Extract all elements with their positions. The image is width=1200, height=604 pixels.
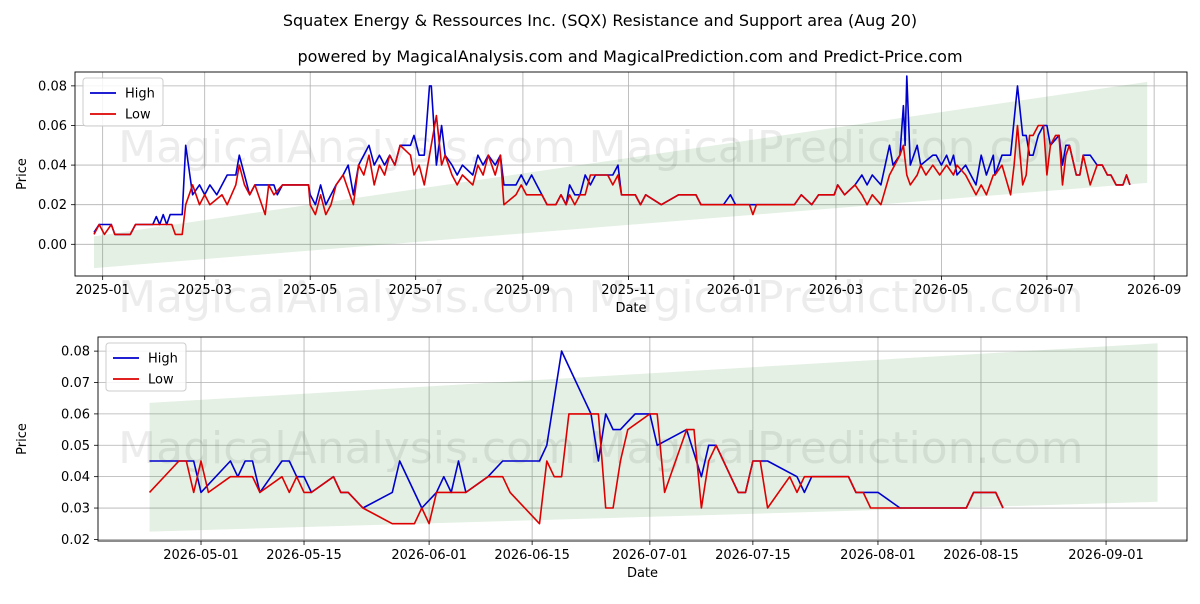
legend: High Low	[82, 77, 164, 127]
x-tick-label: 2026-09	[1127, 283, 1181, 298]
y-axis-label: Price	[15, 423, 30, 455]
x-tick-label: 2026-06-01	[391, 548, 467, 563]
legend: High Low	[105, 342, 187, 392]
y-tick-label: 0.04	[38, 159, 67, 174]
legend-label-low: Low	[125, 108, 151, 123]
watermark-text: MagicalPrediction.com	[589, 122, 1084, 173]
y-tick-label: 0.07	[61, 376, 90, 391]
x-tick-label: 2026-08-15	[943, 548, 1019, 563]
x-tick-label: 2026-07-01	[612, 548, 688, 563]
x-tick-label: 2026-09-01	[1068, 548, 1144, 563]
y-tick-label: 0.06	[38, 119, 67, 134]
x-axis-label: Date	[627, 566, 658, 581]
watermark-text: MagicalAnalysis.com	[118, 272, 576, 323]
x-tick-label: 2026-07-15	[715, 548, 791, 563]
legend-label-low: Low	[148, 373, 174, 388]
legend-label-high: High	[148, 352, 178, 367]
legend-label-high: High	[125, 87, 155, 102]
chart-subtitle: powered by MagicalAnalysis.com and Magic…	[297, 47, 962, 66]
y-tick-label: 0.02	[38, 198, 67, 213]
x-tick-label: 2026-05-01	[163, 548, 239, 563]
x-tick-label: 2026-08-01	[840, 548, 916, 563]
y-tick-label: 0.02	[61, 533, 90, 548]
figure: Squatex Energy & Ressources Inc. (SQX) R…	[0, 0, 1200, 600]
y-tick-label: 0.04	[61, 470, 90, 485]
legend-box	[82, 77, 164, 127]
y-tick-label: 0.00	[38, 238, 67, 253]
y-tick-label: 0.03	[61, 502, 90, 517]
y-tick-label: 0.08	[38, 79, 67, 94]
y-tick-label: 0.06	[61, 407, 90, 422]
y-tick-label: 0.05	[61, 439, 90, 454]
x-tick-label: 2026-05-15	[266, 548, 342, 563]
y-tick-label: 0.08	[61, 345, 90, 360]
chart-title: Squatex Energy & Ressources Inc. (SQX) R…	[283, 11, 917, 30]
y-axis-label: Price	[15, 158, 30, 190]
x-axis-label: Date	[615, 301, 646, 316]
legend-box	[105, 342, 187, 392]
x-tick-label: 2026-06-15	[494, 548, 570, 563]
watermark-text: MagicalPrediction.com	[589, 272, 1084, 323]
